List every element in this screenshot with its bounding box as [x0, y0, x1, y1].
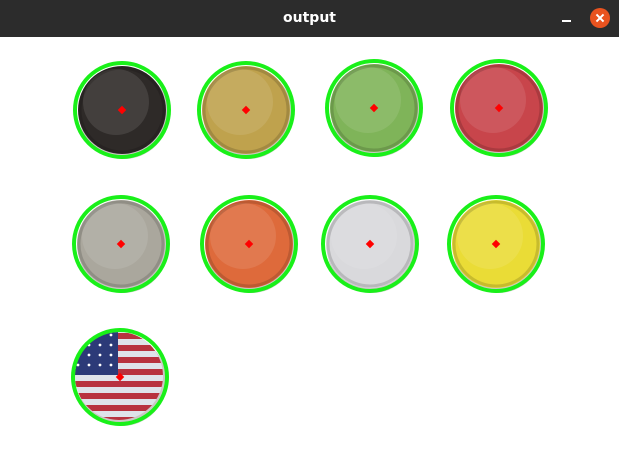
- bottle-cap-dark: [73, 61, 171, 159]
- bottle-cap-white: [321, 195, 419, 293]
- minimize-button[interactable]: [556, 10, 578, 28]
- window-title: output: [283, 10, 336, 26]
- bottle-cap-red: [450, 59, 548, 157]
- detected-caps-image: [71, 59, 548, 426]
- bottle-cap-orange: [200, 195, 298, 293]
- bottle-cap-silver: [72, 195, 170, 293]
- bottle-cap-gold: [197, 61, 295, 159]
- image-canvas: [0, 37, 619, 446]
- bottle-cap-yellow: [447, 195, 545, 293]
- title-bar: output: [0, 0, 619, 37]
- bottle-cap-flag: [71, 328, 169, 426]
- minimize-icon: [562, 20, 571, 22]
- close-button[interactable]: [590, 8, 610, 28]
- bottle-cap-green: [325, 59, 423, 157]
